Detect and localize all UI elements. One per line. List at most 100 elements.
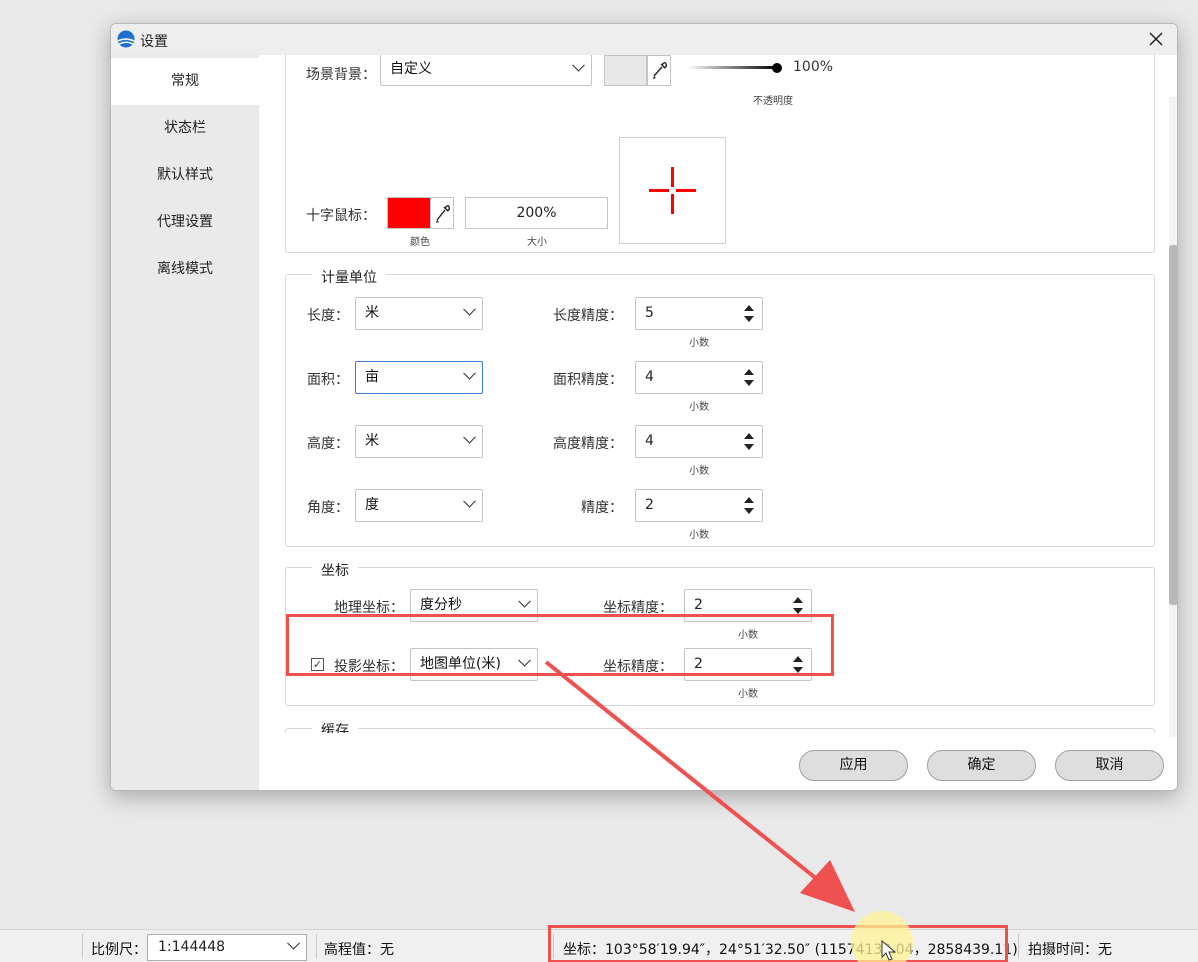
status-separator	[553, 934, 554, 959]
status-separator	[316, 934, 317, 959]
proj-coords-label: 投影坐标：	[334, 659, 404, 675]
spinner-arrows-icon[interactable]	[744, 497, 754, 515]
area-unit-select[interactable]: 亩	[355, 361, 483, 394]
geo-precision-label: 坐标精度：	[603, 600, 673, 616]
spinner-arrows-icon[interactable]	[793, 597, 803, 615]
geo-coords-value: 度分秒	[420, 597, 462, 613]
scene-bg-swatch[interactable]	[604, 55, 647, 86]
height-label: 高度：	[307, 436, 349, 452]
chevron-down-icon	[287, 936, 300, 950]
dialog-title: 设置	[140, 34, 168, 50]
scrollbar-thumb[interactable]	[1169, 245, 1177, 605]
height-precision-spinner[interactable]: 4	[635, 425, 763, 458]
chevron-down-icon	[463, 494, 476, 508]
spinner-arrows-icon[interactable]	[744, 433, 754, 451]
area-precision-spinner[interactable]: 4	[635, 361, 763, 394]
crosshair-size-input[interactable]: 200%	[465, 197, 608, 229]
length-unit-select[interactable]: 米	[355, 297, 483, 330]
proj-coords-select[interactable]: 地图单位(米)	[410, 648, 538, 681]
opacity-value: 100%	[793, 59, 834, 75]
proj-coords-checkbox[interactable]: ✓	[311, 658, 324, 671]
scene-bg-value: 自定义	[390, 61, 432, 77]
height-unit-select[interactable]: 米	[355, 425, 483, 458]
spinner-arrows-icon[interactable]	[744, 369, 754, 387]
mouse-pointer-icon	[881, 940, 897, 961]
length-precision-label: 长度精度：	[553, 308, 623, 324]
opacity-slider-track[interactable]	[687, 66, 777, 69]
length-label: 长度：	[307, 308, 349, 324]
proj-coords-value: 地图单位(米)	[420, 656, 501, 672]
scene-bg-label: 场景背景：	[306, 67, 376, 83]
sidebar-item-proxy[interactable]: 代理设置	[111, 199, 259, 246]
sidebar-item-statusbar[interactable]: 状态栏	[111, 105, 259, 152]
crosshair-label: 十字鼠标：	[306, 208, 376, 224]
proj-precision-label: 坐标精度：	[603, 659, 673, 675]
angle-precision-spinner[interactable]: 2	[635, 489, 763, 522]
geo-coords-select[interactable]: 度分秒	[410, 589, 538, 622]
cache-group-title: 缓存	[312, 720, 358, 734]
settings-sidebar: 常规 状态栏 默认样式 代理设置 离线模式	[111, 55, 259, 790]
chevron-down-icon	[572, 58, 585, 72]
units-group-title: 计量单位	[312, 267, 386, 287]
length-precision-value: 5	[645, 305, 654, 321]
scene-bg-select[interactable]: 自定义	[380, 55, 592, 86]
angle-label: 角度：	[307, 500, 349, 516]
chevron-down-icon	[463, 430, 476, 444]
angle-precision-label: 精度：	[581, 500, 623, 516]
spinner-arrows-icon[interactable]	[744, 305, 754, 323]
coords-group	[285, 567, 1155, 706]
proj-precision-spinner[interactable]: 2	[684, 648, 812, 681]
scene-eyedropper-button[interactable]	[647, 55, 671, 86]
cancel-button[interactable]: 取消	[1055, 750, 1164, 781]
crosshair-icon	[649, 167, 696, 214]
eyedropper-icon	[653, 62, 667, 79]
height-precision-label: 高度精度：	[553, 436, 623, 452]
settings-content: 场景背景： 自定义 100% 不透明度 十字鼠标： 颜色 200% 大小 计量单…	[259, 55, 1177, 790]
angle-unit-select[interactable]: 度	[355, 489, 483, 522]
sidebar-item-general[interactable]: 常规	[111, 58, 259, 105]
crosshair-color-swatch[interactable]	[387, 197, 431, 229]
angle-precision-value: 2	[645, 497, 654, 513]
opacity-slider-knob[interactable]	[772, 63, 782, 73]
height-precision-value: 4	[645, 433, 654, 449]
sidebar-item-offline[interactable]: 离线模式	[111, 246, 259, 293]
crosshair-preview	[619, 137, 726, 244]
proj-precision-caption: 小数	[738, 689, 758, 700]
sidebar-item-default-style[interactable]: 默认样式	[111, 152, 259, 199]
area-label: 面积：	[307, 372, 349, 388]
geo-precision-spinner[interactable]: 2	[684, 589, 812, 622]
area-unit-value: 亩	[365, 369, 379, 385]
crosshair-eyedropper-button[interactable]	[430, 197, 454, 229]
scale-label: 比例尺：	[91, 942, 147, 958]
crosshair-color-caption: 颜色	[410, 237, 430, 248]
app-logo-icon	[117, 30, 135, 48]
length-precision-spinner[interactable]: 5	[635, 297, 763, 330]
apply-button[interactable]: 应用	[799, 750, 908, 781]
crosshair-size-caption: 大小	[527, 237, 547, 248]
coords-text: 坐标：103°58′19.94″，24°51′32.50″ (11574133.…	[563, 942, 1018, 958]
close-icon	[1149, 32, 1163, 46]
height-unit-value: 米	[365, 433, 379, 449]
status-bar: 比例尺： 1:144448 高程值：无 坐标：103°58′19.94″，24°…	[0, 929, 1198, 962]
area-precision-label: 面积精度：	[553, 372, 623, 388]
chevron-down-icon	[518, 594, 531, 608]
settings-dialog: 设置 常规 状态栏 默认样式 代理设置 离线模式 场景背景： 自定义 100% …	[110, 23, 1178, 791]
area-precision-caption: 小数	[689, 402, 709, 413]
geo-coords-label: 地理坐标：	[334, 600, 404, 616]
eyedropper-icon	[436, 205, 450, 223]
length-precision-caption: 小数	[689, 338, 709, 349]
geo-precision-caption: 小数	[738, 630, 758, 641]
chevron-down-icon	[463, 302, 476, 316]
chevron-down-icon	[463, 366, 476, 380]
geo-precision-value: 2	[694, 597, 703, 613]
scale-value: 1:144448	[158, 939, 226, 955]
scale-select[interactable]: 1:144448	[147, 934, 307, 961]
spinner-arrows-icon[interactable]	[793, 656, 803, 674]
title-bar: 设置	[111, 24, 1177, 55]
arrow-head	[800, 860, 855, 912]
ok-button[interactable]: 确定	[927, 750, 1036, 781]
close-button[interactable]	[1143, 26, 1169, 52]
area-precision-value: 4	[645, 369, 654, 385]
opacity-caption: 不透明度	[753, 96, 793, 107]
angle-precision-caption: 小数	[689, 530, 709, 541]
